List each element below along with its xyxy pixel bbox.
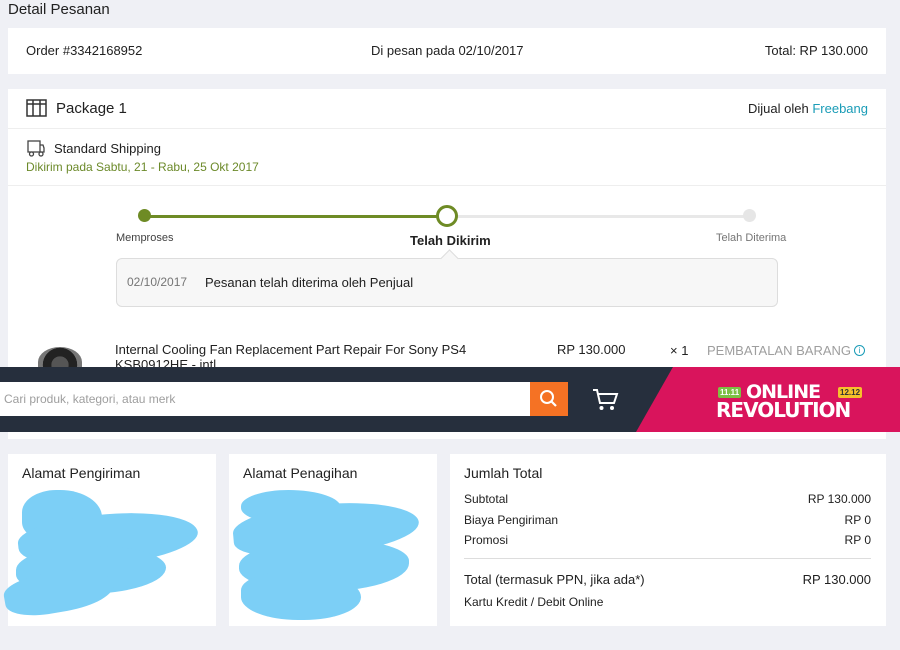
shipping-fee-value: RP 0 bbox=[844, 513, 871, 527]
shipping-fee-row: Biaya Pengiriman RP 0 bbox=[464, 513, 871, 527]
order-total: Total: RP 130.000 bbox=[764, 43, 868, 58]
promo-badge-1111: 11.11 bbox=[718, 387, 742, 398]
shipping-row: Standard Shipping Dikirim pada Sabtu, 21… bbox=[8, 130, 886, 186]
order-number: Order #3342168952 bbox=[26, 43, 143, 58]
billing-address-title: Alamat Penagihan bbox=[243, 465, 358, 481]
package-title: Package 1 bbox=[56, 100, 127, 117]
payment-method: Kartu Kredit / Debit Online bbox=[464, 595, 604, 609]
step-label-telah-diterima: Telah Diterima bbox=[716, 232, 787, 244]
status-text: Pesanan telah diterima oleh Penjual bbox=[205, 275, 414, 290]
grand-total-label: Total (termasuk PPN, jika ada*) bbox=[464, 572, 645, 587]
product-quantity: × 1 bbox=[670, 343, 689, 358]
grand-total-value: RP 130.000 bbox=[802, 572, 871, 587]
info-icon[interactable]: i bbox=[854, 345, 865, 356]
shipping-address-title: Alamat Pengiriman bbox=[22, 465, 141, 481]
seller-link[interactable]: Freebang bbox=[812, 101, 868, 116]
step-dot-memproses bbox=[138, 209, 151, 222]
order-totals-card: Jumlah Total Subtotal RP 130.000 Biaya P… bbox=[450, 454, 886, 626]
step-label-memproses: Memproses bbox=[116, 232, 174, 244]
search-input[interactable] bbox=[0, 382, 530, 416]
promo-label: Promosi bbox=[464, 533, 509, 547]
cancel-item-label: PEMBATALAN BARANG bbox=[707, 343, 851, 358]
promo-badge-1212: 12.12 bbox=[838, 387, 863, 398]
cancel-item-button[interactable]: PEMBATALAN BARANG i bbox=[707, 343, 865, 358]
shipping-date: Dikirim pada Sabtu, 21 - Rabu, 25 Okt 20… bbox=[26, 160, 259, 174]
tracking-progress: Memproses Telah Dikirim Telah Diterima 0… bbox=[8, 186, 886, 316]
package-header: Package 1 Dijual oleh Freebang bbox=[8, 89, 886, 129]
cart-icon[interactable] bbox=[590, 385, 620, 413]
order-date: Di pesan pada 02/10/2017 bbox=[371, 43, 524, 58]
status-date: 02/10/2017 bbox=[127, 275, 188, 289]
step-dot-telah-dikirim bbox=[436, 205, 458, 227]
promo-row: Promosi RP 0 bbox=[464, 533, 871, 547]
totals-title: Jumlah Total bbox=[464, 465, 543, 481]
shipping-fee-label: Biaya Pengiriman bbox=[464, 513, 559, 527]
order-summary-card: Order #3342168952 Di pesan pada 02/10/20… bbox=[8, 28, 886, 74]
seller-info: Dijual oleh Freebang bbox=[748, 101, 868, 116]
package-icon bbox=[26, 99, 47, 117]
shipping-address-card: Alamat Pengiriman bbox=[1, 454, 216, 626]
search-button[interactable] bbox=[530, 382, 568, 416]
promo-value: RP 0 bbox=[844, 533, 871, 547]
billing-address-card: Alamat Penagihan bbox=[229, 454, 437, 626]
subtotal-row: Subtotal RP 130.000 bbox=[464, 492, 871, 506]
page-title: Detail Pesanan bbox=[8, 1, 110, 18]
site-navbar: 11.11 ONLINE 12.12 REVOLUTION bbox=[0, 367, 900, 432]
product-name-line1: Internal Cooling Fan Replacement Part Re… bbox=[115, 342, 467, 357]
subtotal-value: RP 130.000 bbox=[807, 492, 871, 506]
shipping-icon bbox=[27, 140, 45, 157]
step-label-telah-dikirim: Telah Dikirim bbox=[410, 233, 491, 248]
progress-fill bbox=[146, 215, 448, 218]
shipping-method: Standard Shipping bbox=[54, 141, 161, 156]
status-message-box: 02/10/2017 Pesanan telah diterima oleh P… bbox=[116, 258, 778, 307]
grand-total-row: Total (termasuk PPN, jika ada*) RP 130.0… bbox=[464, 572, 871, 587]
promo-banner[interactable]: 11.11 ONLINE 12.12 REVOLUTION bbox=[636, 367, 900, 432]
search-icon bbox=[540, 390, 557, 407]
promo-title-revolution: REVOLUTION bbox=[716, 398, 851, 422]
subtotal-label: Subtotal bbox=[464, 492, 509, 506]
product-price: RP 130.000 bbox=[557, 342, 626, 357]
seller-prefix: Dijual oleh bbox=[748, 101, 813, 116]
totals-divider bbox=[464, 558, 871, 559]
step-dot-telah-diterima bbox=[743, 209, 756, 222]
